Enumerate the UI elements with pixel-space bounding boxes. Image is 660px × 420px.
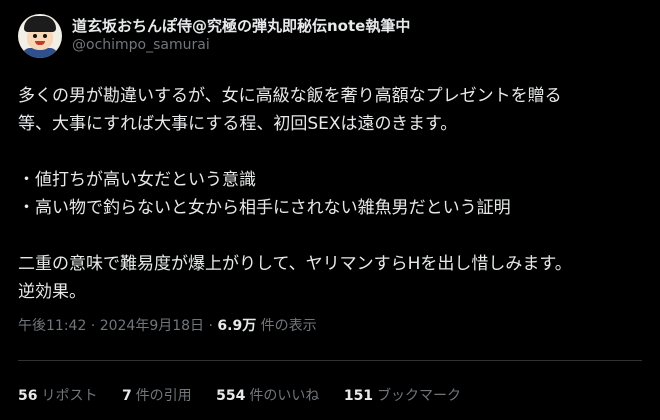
likes-label: 件のいいね — [249, 388, 320, 404]
avatar-eye-left — [33, 34, 37, 38]
views-count[interactable]: 6.9万 — [217, 318, 256, 334]
bookmarks-count: 151 — [343, 388, 374, 404]
tweet-line: 逆効果。 — [18, 282, 86, 302]
stats-divider — [18, 360, 642, 361]
bookmarks-label: ブックマーク — [377, 388, 462, 404]
avatar-hair — [24, 16, 56, 32]
retweets-count: 56 — [18, 388, 38, 404]
likes-stat[interactable]: 554 件のいいね — [216, 386, 319, 406]
quotes-stat[interactable]: 7 件の引用 — [122, 386, 192, 406]
retweets-label: リポスト — [41, 388, 98, 404]
quotes-count: 7 — [121, 388, 132, 404]
tweet-timestamp[interactable]: 午後11:42 · 2024年9月18日 · — [18, 318, 217, 334]
tweet-card: 道玄坂おちんぽ侍@究極の弾丸即秘伝note執筆中 @ochimpo_samura… — [0, 0, 660, 420]
quotes-label: 件の引用 — [135, 388, 192, 404]
author-display-name[interactable]: 道玄坂おちんぽ侍@究極の弾丸即秘伝note執筆中 — [72, 16, 410, 36]
tweet-text: 多くの男が勘違いするが、女に高級な飯を奢り高額なプレゼントを贈る 等、大事にすれ… — [18, 82, 642, 306]
tweet-line: ・値打ちが高い女だという意識 — [18, 170, 256, 190]
author-handle[interactable]: @ochimpo_samurai — [72, 36, 410, 54]
tweet-meta: 午後11:42 · 2024年9月18日 · 6.9万 件の表示 — [18, 316, 642, 336]
tweet-line: 多くの男が勘違いするが、女に高級な飯を奢り高額なプレゼントを贈る — [18, 86, 562, 106]
bookmarks-stat[interactable]: 151 ブックマーク — [344, 386, 461, 406]
tweet-line: 等、大事にすれば大事にする程、初回SEXは遠のきます。 — [18, 114, 458, 134]
engagement-stats: 56 リポスト 7 件の引用 554 件のいいね 151 ブックマーク — [18, 386, 481, 406]
author-block: 道玄坂おちんぽ侍@究極の弾丸即秘伝note執筆中 @ochimpo_samura… — [72, 12, 410, 54]
views-label: 件の表示 — [256, 318, 317, 334]
avatar-eye-right — [43, 34, 47, 38]
retweets-stat[interactable]: 56 リポスト — [18, 386, 97, 406]
tweet-line: 二重の意味で難易度が爆上がりして、ヤリマンすらHを出し惜しみます。 — [18, 254, 572, 274]
avatar[interactable] — [18, 14, 62, 58]
tweet-line: ・高い物で釣らないと女から相手にされない雑魚男だという証明 — [18, 198, 511, 218]
likes-count: 554 — [216, 388, 246, 404]
tweet-header: 道玄坂おちんぽ侍@究極の弾丸即秘伝note執筆中 @ochimpo_samura… — [18, 12, 642, 64]
